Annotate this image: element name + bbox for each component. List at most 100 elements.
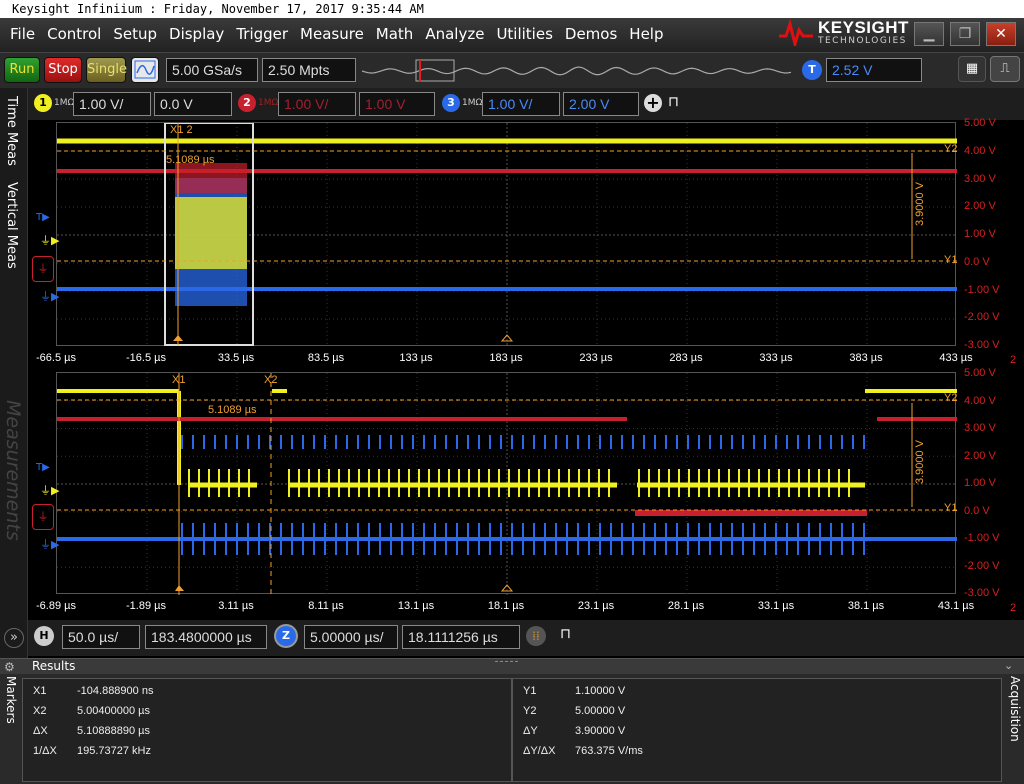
tab-markers[interactable]: Markers xyxy=(4,676,18,724)
markers-right-table: Y1 1.10000 V Y2 5.00000 V ΔY 3.90000 V Δ… xyxy=(512,678,1002,782)
y-tick-label: 4.00 V xyxy=(964,394,996,407)
x-tick-label: 333 µs xyxy=(759,352,793,364)
channel-1-toggle[interactable]: 1 xyxy=(34,94,52,112)
menu-setup[interactable]: Setup xyxy=(107,24,163,44)
result-key: ΔY xyxy=(523,725,538,737)
maximize-button[interactable]: ❐ xyxy=(950,22,980,46)
menu-analyze[interactable]: Analyze xyxy=(419,24,490,44)
x-tick-label: 233 µs xyxy=(579,352,613,364)
zoom-x1-label: X1 xyxy=(172,374,186,386)
channel-3-impedance: 1MΩ xyxy=(462,98,483,108)
stop-button[interactable]: Stop xyxy=(44,57,82,83)
zoom-waveform-grid[interactable] xyxy=(56,372,957,595)
menu-math[interactable]: Math xyxy=(370,24,420,44)
settings-gear-icon[interactable]: ⚙ xyxy=(4,660,15,674)
menu-help[interactable]: Help xyxy=(623,24,669,44)
pulse-mode-button[interactable]: ⎍ xyxy=(990,56,1020,82)
collapse-icon[interactable]: ⌄ xyxy=(1004,659,1013,672)
channel-2-scale[interactable]: 1.00 V/ xyxy=(278,92,356,116)
add-channel-button[interactable]: + xyxy=(644,94,662,112)
channel-3-offset[interactable]: 2.00 V xyxy=(563,92,639,116)
drag-handle-icon[interactable]: ⁃⁃⁃⁃⁃ xyxy=(494,657,519,668)
menu-file[interactable]: File xyxy=(4,24,41,44)
horizontal-scale-field[interactable]: 50.0 µs/ xyxy=(62,625,140,649)
channel-2-burst xyxy=(175,163,247,193)
x-tick-label: 383 µs xyxy=(849,352,883,364)
upper-y1-label: Y1 xyxy=(944,254,958,266)
trigger-level-field[interactable]: 2.52 V xyxy=(826,58,922,82)
result-value: -104.888900 ns xyxy=(77,685,154,697)
autoscale-button[interactable] xyxy=(131,57,159,83)
x-tick-label: 433 µs xyxy=(939,352,973,364)
tab-measurements[interactable]: Measurements xyxy=(2,400,24,541)
menu-display[interactable]: Display xyxy=(163,24,230,44)
zoom-position-field[interactable]: 18.1111256 µs xyxy=(402,625,520,649)
x-tick-label: 183 µs xyxy=(489,352,523,364)
timebase-options-icon[interactable]: ⁞⁞ xyxy=(526,626,546,646)
display-mode-button[interactable]: ▦ xyxy=(958,56,986,82)
zoom-channel-1-ground-icon[interactable]: ⏚▶ xyxy=(40,482,59,498)
horizontal-position-field[interactable]: 183.4800000 µs xyxy=(145,625,267,649)
zoom-trigger-marker-icon[interactable]: T▶ xyxy=(36,462,50,473)
maximize-icon: ❐ xyxy=(958,26,972,42)
result-value: 3.90000 V xyxy=(575,725,626,737)
tab-acquisition[interactable]: Acquisition xyxy=(1008,676,1022,742)
x-tick-label: -16.5 µs xyxy=(126,352,166,364)
minimize-button[interactable]: ▁ xyxy=(914,22,944,46)
toolbar: Run Stop Single 5.00 GSa/s 2.50 Mpts T 2… xyxy=(0,52,1024,88)
menu-demos[interactable]: Demos xyxy=(559,24,623,44)
menu-utilities[interactable]: Utilities xyxy=(490,24,558,44)
results-header: ⚙ Results ⁃⁃⁃⁃⁃ ⌄ xyxy=(0,657,1024,674)
zoom-channel-2-ground-icon[interactable]: ⏚ xyxy=(32,504,54,530)
tab-time-meas[interactable]: Time Meas xyxy=(4,96,19,166)
channel-2-offset[interactable]: 1.00 V xyxy=(359,92,435,116)
grid-icon: ▦ xyxy=(965,61,979,76)
expand-icon[interactable]: » xyxy=(4,628,24,648)
upper-marker-x-label: X1 2 xyxy=(170,124,193,136)
acquisition-overview-waveform[interactable] xyxy=(362,59,792,83)
zoom-delta-x-label: 5.1089 µs xyxy=(208,404,257,416)
y-tick-label: 1.00 V xyxy=(964,477,996,489)
zoom-badge[interactable]: Z xyxy=(276,626,296,646)
channel-1-scale[interactable]: 1.00 V/ xyxy=(73,92,151,116)
channel-3-ground-icon[interactable]: ⏚▶ xyxy=(40,288,59,304)
sample-rate-field[interactable]: 5.00 GSa/s xyxy=(166,58,258,82)
y-tick-label: 3.00 V xyxy=(964,172,996,185)
minimize-icon: ▁ xyxy=(923,26,935,42)
zoom-scale-field[interactable]: 5.00000 µs/ xyxy=(304,625,398,649)
menu-control[interactable]: Control xyxy=(41,24,107,44)
channel-2-toggle[interactable]: 2 xyxy=(238,94,256,112)
window-title: Keysight Infiniium : Friday, November 17… xyxy=(0,0,1024,18)
channel-3-scale[interactable]: 1.00 V/ xyxy=(482,92,560,116)
horizontal-badge[interactable]: H xyxy=(34,626,54,646)
result-key: ΔY/ΔX xyxy=(523,745,556,757)
menu-trigger[interactable]: Trigger xyxy=(230,24,294,44)
memory-depth-field[interactable]: 2.50 Mpts xyxy=(262,58,356,82)
timebar-pin-icon[interactable]: ⊓ xyxy=(560,626,571,642)
close-icon: ✕ xyxy=(995,26,1007,42)
pin-icon[interactable]: ⊓ xyxy=(668,94,679,110)
menu-measure[interactable]: Measure xyxy=(294,24,370,44)
run-button[interactable]: Run xyxy=(4,57,40,83)
y-tick-label: 4.00 V xyxy=(964,144,996,157)
close-button[interactable]: ✕ xyxy=(986,22,1016,46)
keysight-logo: KEYSIGHT TECHNOLOGIES xyxy=(778,19,909,46)
side-tabs: Time Meas Vertical Meas Measurements » xyxy=(0,88,28,658)
channel-1-ground-icon[interactable]: ⏚▶ xyxy=(40,232,59,248)
y-tick-label: 2.00 V xyxy=(964,200,996,213)
trigger-level-badge[interactable]: T xyxy=(802,60,822,80)
y-tick-label: -1.00 V xyxy=(964,532,1000,544)
x-tick-label: -1.89 µs xyxy=(126,600,166,612)
channel-2-ground-icon[interactable]: ⏚ xyxy=(32,256,54,282)
channel-1-offset[interactable]: 0.0 V xyxy=(154,92,232,116)
zoom-waveform-area[interactable] xyxy=(57,373,957,595)
y-tick-label: 0.0 V xyxy=(964,255,990,268)
zoom-channel-3-ground-icon[interactable]: ⏚▶ xyxy=(40,536,59,552)
trigger-marker-icon[interactable]: T▶ xyxy=(36,212,50,223)
single-button[interactable]: Single xyxy=(86,57,127,83)
x-tick-label: 28.1 µs xyxy=(667,600,705,612)
channel-3-toggle[interactable]: 3 xyxy=(442,94,460,112)
x1-marker-triangle xyxy=(175,585,184,591)
x1-marker-triangle xyxy=(173,335,183,341)
tab-vertical-meas[interactable]: Vertical Meas xyxy=(4,182,19,269)
